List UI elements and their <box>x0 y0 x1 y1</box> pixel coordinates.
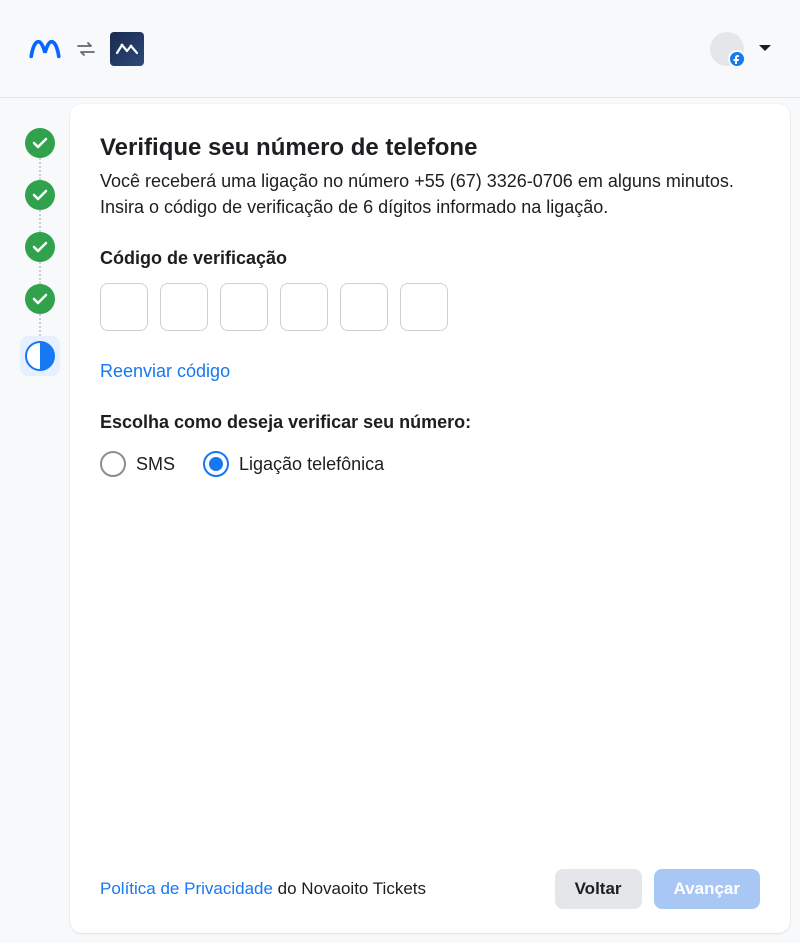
privacy-suffix: do Novaoito Tickets <box>273 879 426 898</box>
account-menu[interactable] <box>710 32 744 66</box>
step-connector <box>39 210 41 232</box>
verification-method-group: SMS Ligação telefônica <box>100 451 760 477</box>
code-field-label: Código de verificação <box>100 248 760 269</box>
radio-icon <box>203 451 229 477</box>
app-tile-icon[interactable] <box>110 32 144 66</box>
content-area: Verifique seu número de telefone Você re… <box>0 98 800 943</box>
facebook-badge-icon <box>728 50 746 68</box>
radio-option-sms[interactable]: SMS <box>100 451 175 477</box>
step-complete-icon <box>25 128 55 158</box>
verification-card: Verifique seu número de telefone Você re… <box>70 104 790 933</box>
top-bar-left <box>28 32 144 66</box>
back-button[interactable]: Voltar <box>555 869 642 909</box>
privacy-policy-link[interactable]: Política de Privacidade <box>100 879 273 898</box>
chevron-down-icon[interactable] <box>758 40 772 58</box>
radio-label: SMS <box>136 454 175 475</box>
footer-buttons: Voltar Avançar <box>555 869 760 909</box>
progress-stepper <box>10 104 70 933</box>
card-footer: Política de Privacidade do Novaoito Tick… <box>100 849 760 909</box>
code-digit-input[interactable] <box>340 283 388 331</box>
step-complete-icon <box>25 180 55 210</box>
page-title: Verifique seu número de telefone <box>100 134 760 162</box>
next-button[interactable]: Avançar <box>654 869 760 909</box>
code-input-group <box>100 283 760 331</box>
code-digit-input[interactable] <box>100 283 148 331</box>
privacy-text: Política de Privacidade do Novaoito Tick… <box>100 879 426 899</box>
meta-logo-icon[interactable] <box>28 38 62 60</box>
step-connector <box>39 262 41 284</box>
step-complete-icon <box>25 232 55 262</box>
resend-code-link[interactable]: Reenviar código <box>100 361 760 382</box>
code-digit-input[interactable] <box>160 283 208 331</box>
radio-label: Ligação telefônica <box>239 454 384 475</box>
top-bar-right <box>710 32 772 66</box>
step-connector <box>39 314 41 336</box>
radio-option-call[interactable]: Ligação telefônica <box>203 451 384 477</box>
code-digit-input[interactable] <box>220 283 268 331</box>
step-complete-icon <box>25 284 55 314</box>
switch-icon[interactable] <box>76 41 96 57</box>
step-connector <box>39 158 41 180</box>
step-current-icon <box>20 336 60 376</box>
page-subtitle: Você receberá uma ligação no número +55 … <box>100 168 760 220</box>
verification-method-label: Escolha como deseja verificar seu número… <box>100 412 760 433</box>
top-bar <box>0 0 800 98</box>
code-digit-input[interactable] <box>280 283 328 331</box>
code-digit-input[interactable] <box>400 283 448 331</box>
radio-icon <box>100 451 126 477</box>
